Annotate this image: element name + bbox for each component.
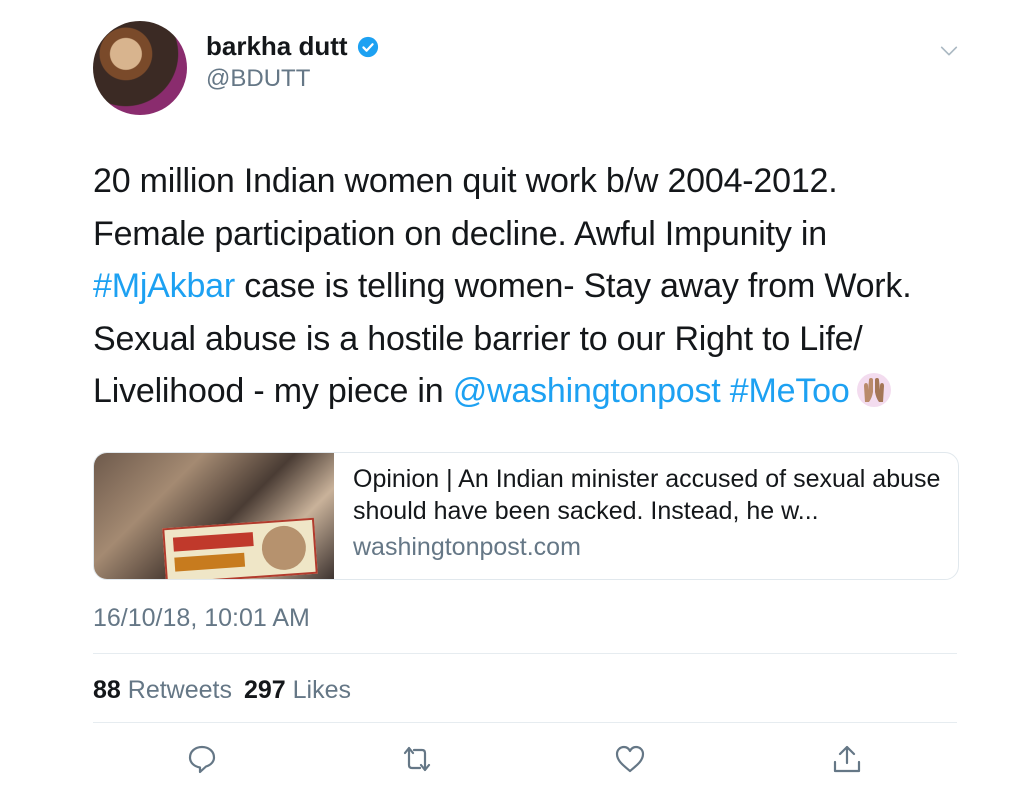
divider [93, 722, 957, 723]
link-card[interactable]: Opinion | An Indian minister accused of … [93, 452, 959, 580]
protest-sign [162, 517, 318, 579]
tweet-line: Female participation on decline. Awful I… [93, 208, 973, 261]
share-icon[interactable] [831, 743, 863, 775]
name-row: barkha dutt [206, 31, 379, 62]
tweet-line: Livelihood - my piece in @washingtonpost… [93, 365, 973, 418]
user-handle[interactable]: @BDUTT [206, 65, 310, 93]
card-title: Opinion | An Indian minister accused of … [353, 465, 941, 525]
tweet-timestamp[interactable]: 16/10/18, 10:01 AM [93, 604, 310, 633]
tweet-text-segment [721, 372, 730, 410]
tweet-text-segment: Female participation on decline. Awful I… [93, 214, 827, 253]
retweet-icon[interactable] [401, 743, 433, 775]
likes-count: 297 [243, 676, 286, 704]
tweet-text: 20 million Indian women quit work b/w 20… [93, 155, 973, 418]
retweets-label: Retweets [127, 676, 232, 704]
card-thumbnail [94, 453, 334, 579]
tweet-line: 20 million Indian women quit work b/w 20… [93, 155, 973, 208]
hashtag-link[interactable]: #MjAkbar [93, 267, 235, 305]
raised-hands-emoji [856, 373, 891, 407]
hashtag-link[interactable]: #MeToo [730, 372, 850, 410]
divider [93, 653, 957, 654]
engagement-stats: 88 Retweets 297 Likes [93, 676, 351, 705]
tweet-line: Sexual abuse is a hostile barrier to our… [93, 313, 973, 366]
retweets-count: 88 [93, 676, 121, 704]
tweet-text-segment: 20 million Indian women quit work b/w 20… [93, 162, 838, 200]
tweet-line: #MjAkbar case is telling women- Stay awa… [93, 260, 973, 313]
likes-label: Likes [292, 676, 352, 704]
tweet-text-segment: Sexual abuse is a hostile barrier to our… [93, 319, 863, 358]
tweet-text-segment: case is telling women- Stay away from Wo… [235, 267, 912, 305]
display-name[interactable]: barkha dutt [206, 31, 348, 62]
card-domain: washingtonpost.com [353, 533, 581, 561]
mention-link[interactable]: @washingtonpost [453, 372, 721, 410]
avatar[interactable] [93, 21, 187, 115]
verified-badge-icon [357, 36, 378, 57]
reply-icon[interactable] [186, 743, 218, 775]
likes-stat[interactable]: 297 Likes [244, 676, 351, 704]
tweet-text-segment: Livelihood - my piece in [93, 372, 453, 410]
retweets-stat[interactable]: 88 Retweets [93, 676, 232, 704]
like-icon[interactable] [614, 743, 646, 775]
chevron-down-icon[interactable] [938, 40, 960, 62]
